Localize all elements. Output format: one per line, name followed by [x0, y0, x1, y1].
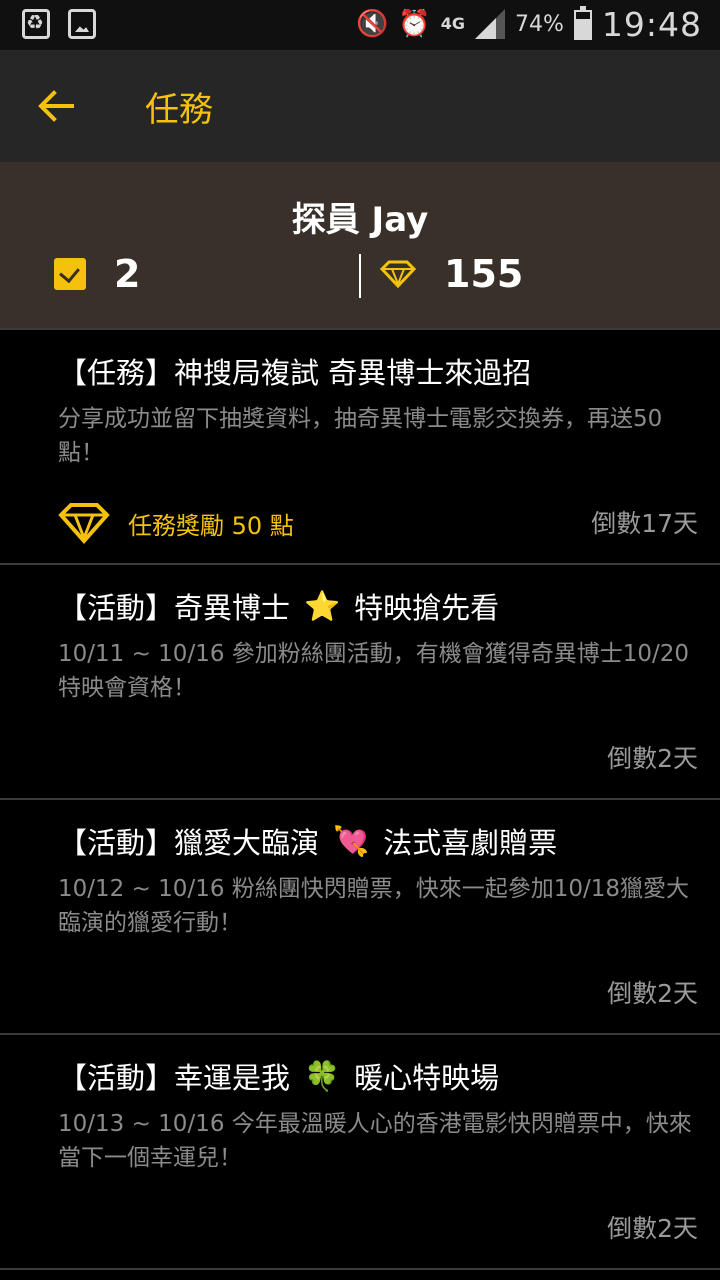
alarm-icon: ⏰	[398, 9, 431, 39]
tasks-count: 2	[114, 252, 141, 296]
countdown: 倒數2天	[607, 744, 698, 773]
title-main: 獵愛大臨演	[174, 826, 320, 860]
list-item[interactable]: 【活動】 獵愛大臨演 💘 法式喜劇贈票 10/12 ~ 10/16 粉絲團快閃贈…	[0, 798, 720, 1033]
title-main: 神搜局複試 奇異博士來過招	[174, 356, 532, 390]
title-prefix: 【任務】	[58, 356, 175, 390]
mission-description: 分享成功並留下抽獎資料，抽奇異博士電影交換券，再送50點！	[58, 406, 663, 466]
tasks-stat: 2	[54, 252, 140, 296]
countdown: 倒數17天	[591, 509, 698, 538]
battery-percent: 74%	[514, 11, 564, 37]
title-suffix: 法式喜劇贈票	[383, 826, 558, 860]
list-item[interactable]: 【任務】 神搜局複試 奇異博士來過招 分享成功並留下抽獎資料，抽奇異博士電影交換…	[0, 328, 720, 563]
status-bar: 🔇 ⏰ 4G 74% 19:48	[0, 0, 720, 50]
clock: 19:48	[601, 4, 702, 44]
mute-icon: 🔇	[355, 9, 389, 39]
signal-icon	[475, 9, 505, 39]
mission-title: 【活動】 幸運是我 🍀 暖心特映場	[58, 1055, 499, 1097]
list-item[interactable]: 【活動】 幸運是我 🍀 暖心特映場 10/13 ~ 10/16 今年最溫暖人心的…	[0, 1033, 720, 1270]
mission-list: 【任務】 神搜局複試 奇異博士來過招 分享成功並留下抽獎資料，抽奇異博士電影交換…	[0, 328, 720, 1270]
title-suffix: 暖心特映場	[354, 1061, 500, 1095]
battery-icon	[573, 6, 592, 40]
countdown: 倒數2天	[607, 1214, 698, 1243]
image-icon	[68, 9, 96, 39]
mission-title: 【活動】 奇異博士 ⭐ 特映搶先看	[58, 585, 499, 627]
back-arrow-icon[interactable]	[34, 84, 78, 128]
clover-icon: 🍀	[304, 1058, 341, 1093]
star-icon: ⭐	[304, 588, 341, 623]
reward-row: 任務獎勵 50 點	[58, 502, 294, 544]
mission-title: 【任務】 神搜局複試 奇異博士來過招	[58, 350, 531, 392]
mission-description: 10/11 ~ 10/16 參加粉絲團活動，有機會獲得奇異博士10/20特映會資…	[58, 641, 690, 701]
title-main: 奇異博士	[174, 591, 291, 625]
heart-arrow-icon: 💘	[333, 823, 370, 858]
page-title: 任務	[145, 90, 213, 130]
title-main: 幸運是我	[174, 1061, 291, 1095]
diamond-icon	[380, 260, 416, 288]
title-suffix: 特映搶先看	[354, 591, 500, 625]
points-stat: 155	[380, 252, 523, 296]
mission-title: 【活動】 獵愛大臨演 💘 法式喜劇贈票	[58, 820, 557, 862]
reward-label: 任務獎勵 50 點	[128, 511, 294, 540]
title-prefix: 【活動】	[58, 591, 175, 625]
stats-divider	[359, 254, 361, 298]
mission-description: 10/12 ~ 10/16 粉絲團快閃贈票，快來一起參加10/18獵愛大臨演的獵…	[58, 876, 690, 936]
mission-description: 10/13 ~ 10/16 今年最溫暖人心的香港電影快閃贈票中，快來當下一個幸運…	[58, 1111, 692, 1171]
checkbox-icon	[54, 258, 86, 290]
agent-name: 探員 Jay	[291, 200, 429, 240]
title-prefix: 【活動】	[58, 1061, 175, 1095]
diamond-icon	[58, 503, 110, 544]
list-item[interactable]: 【活動】 奇異博士 ⭐ 特映搶先看 10/11 ~ 10/16 參加粉絲團活動，…	[0, 563, 720, 798]
recycle-icon	[22, 9, 50, 39]
profile-header: 探員 Jay 2 155	[0, 162, 720, 328]
network-type: 4G	[440, 14, 465, 33]
app-bar: 任務	[0, 50, 720, 162]
countdown: 倒數2天	[607, 979, 698, 1008]
points-count: 155	[444, 252, 524, 296]
title-prefix: 【活動】	[58, 826, 175, 860]
